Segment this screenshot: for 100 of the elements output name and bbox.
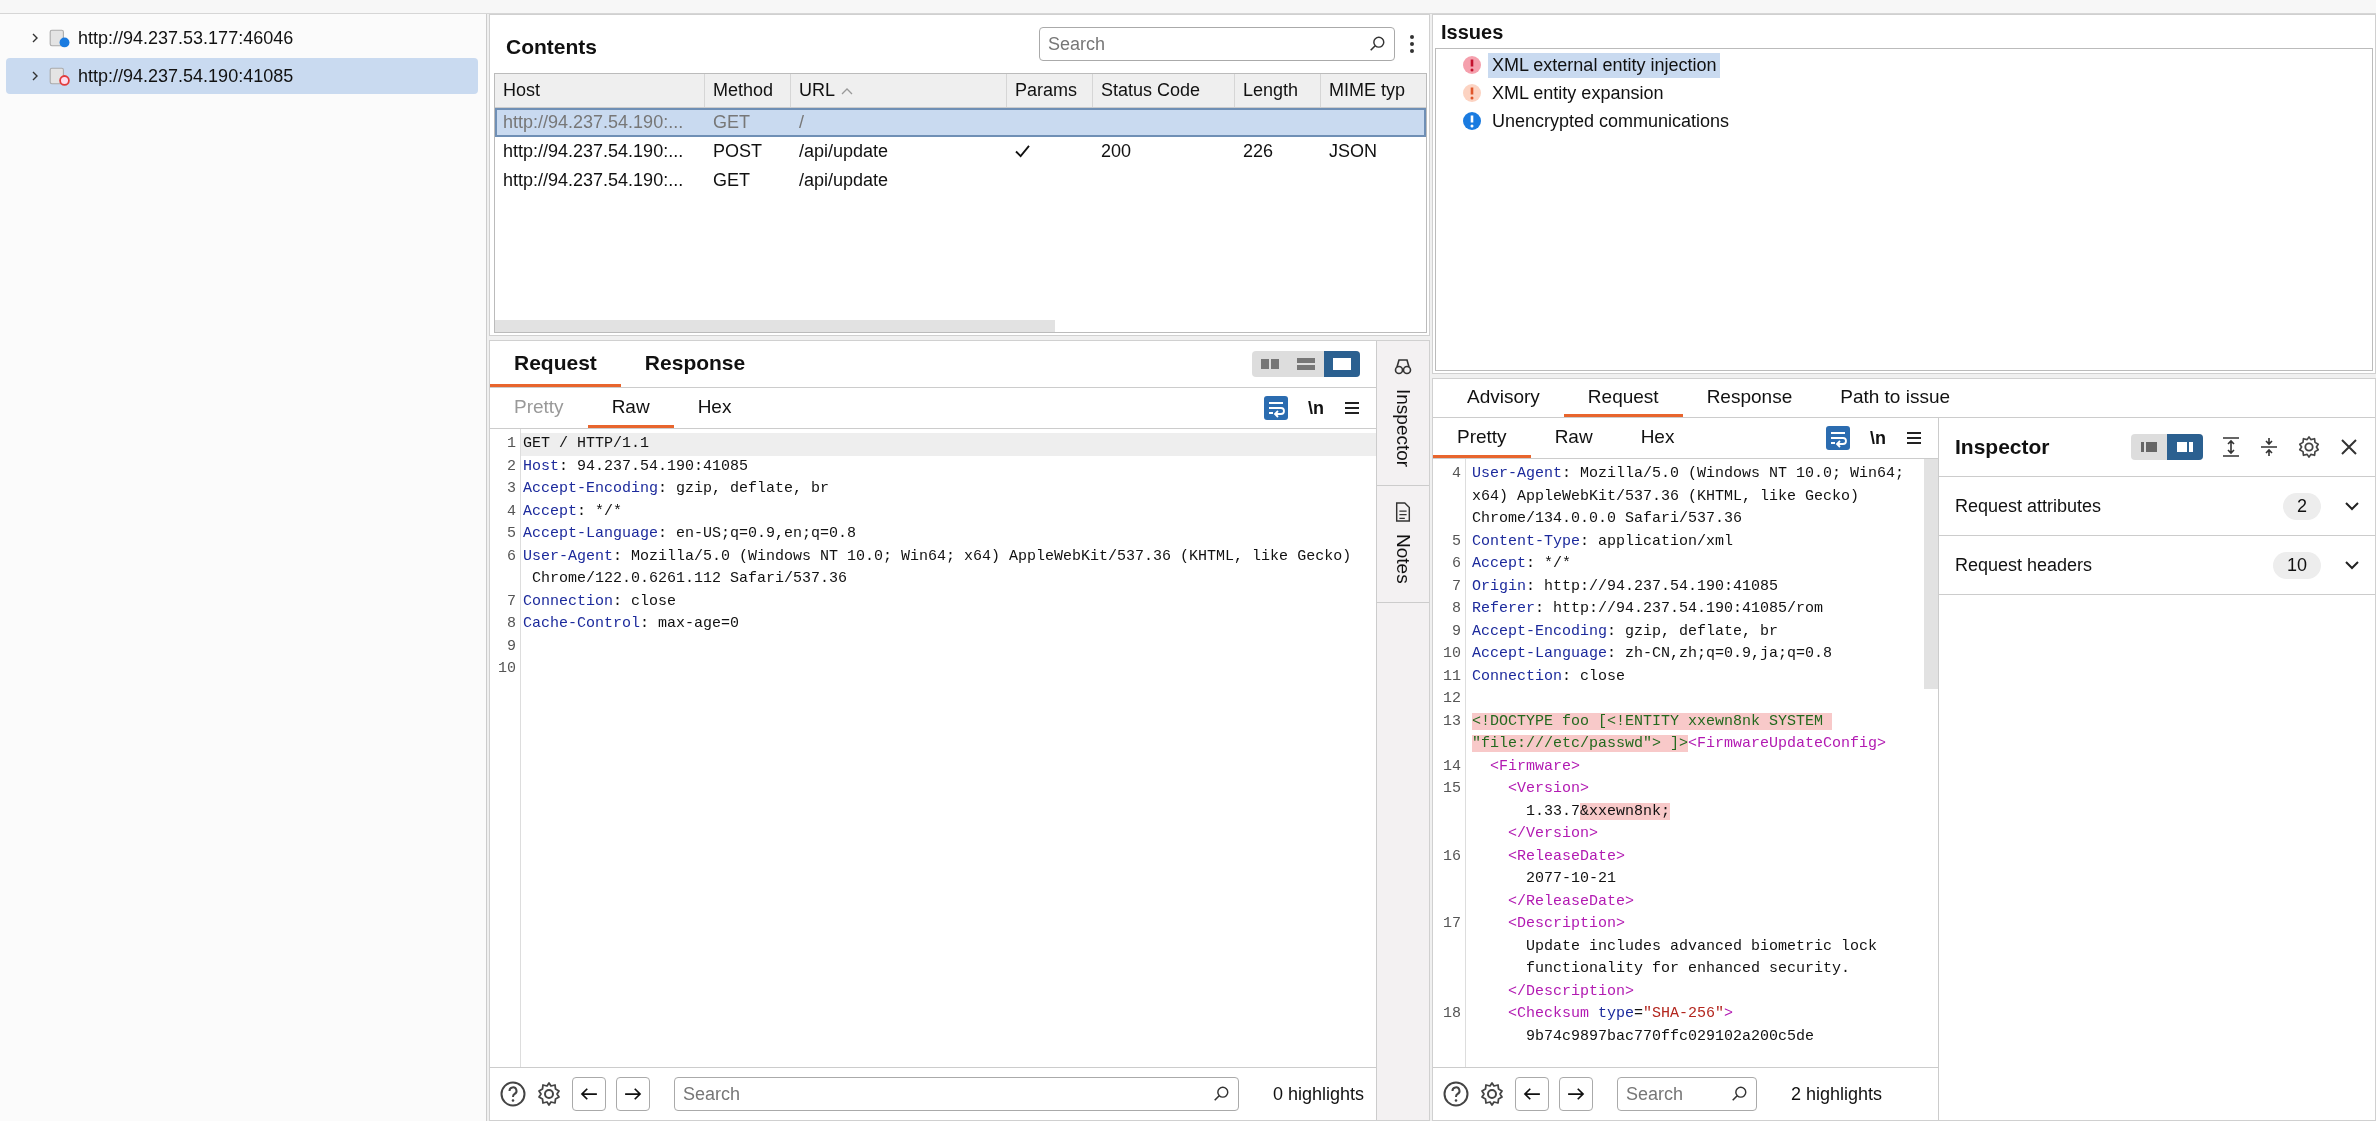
scrollbar-thumb[interactable] [495,320,1055,332]
view-tab[interactable]: Hex [673,388,756,428]
settings-icon[interactable] [2297,435,2321,459]
newline-toggle[interactable]: \n [1308,397,1324,419]
stacked-panes-icon [1296,357,1316,371]
back-button[interactable] [1515,1077,1549,1111]
side-tab[interactable]: Inspector [1377,341,1429,487]
code-line: x64) AppleWebKit/537.36 (KHTML, like Gecko) [1472,487,1860,505]
collapse-all-icon[interactable] [2259,436,2279,458]
menu-icon[interactable] [1906,431,1922,445]
table-cell-text: /api/update [798,141,890,162]
right-sidebar-icon [2175,440,2195,454]
issue-item[interactable]: XML external entity injection [1488,52,1721,78]
view-tab[interactable]: Raw [587,388,674,428]
line-number: 16 [1443,847,1461,865]
close-icon[interactable] [2339,437,2359,457]
line-number: 6 [507,547,516,565]
word-wrap-icon[interactable] [1264,396,1288,420]
newline-toggle[interactable]: \n [1870,427,1886,449]
column-header[interactable]: Status Code [1093,74,1235,107]
table-cell-text: GET [712,112,751,133]
forward-button[interactable] [616,1077,650,1111]
table-cell-text: http://94.237.54.190:... [502,141,685,162]
word-wrap-icon[interactable] [1826,426,1850,450]
left-sidebar-icon [2139,440,2159,454]
table-cell-text: GET [712,170,751,191]
detail-tab[interactable]: Response [1682,379,1817,417]
line-number: 7 [507,592,516,610]
line-number: 9 [507,637,516,655]
forward-button[interactable] [1559,1077,1593,1111]
chevron-right-icon[interactable] [30,33,40,43]
table-row[interactable]: http://94.237.54.190:... POST /api/update 200 226 JSON [495,137,1426,166]
detail-tab[interactable]: Request [1563,379,1683,417]
table-row[interactable]: http://94.237.54.190:... GET /api/update [495,166,1426,195]
chevron-right-icon[interactable] [30,71,40,81]
menu-icon[interactable] [1344,401,1360,415]
line-number: 2 [507,457,516,475]
more-options-icon[interactable] [1409,34,1415,54]
line-number: 15 [1443,780,1461,797]
column-header[interactable]: Params [1007,74,1093,107]
detail-tab[interactable]: Advisory [1443,379,1564,417]
view-tab[interactable]: Pretty [1433,418,1531,458]
code-line: Referer: http://94.237.54.190:41085/rom [1472,600,1824,617]
code-line: Chrome/134.0.0.0 Safari/537.36 [1472,510,1743,527]
line-number: 8 [507,615,516,632]
code-line: functionality for enhanced security. [1525,960,1851,977]
issue-item[interactable]: Unencrypted communications [1488,108,1734,134]
code-line: </Version> [1507,825,1599,842]
table-cell-text: http://94.237.54.190:... [502,170,685,191]
line-number: 6 [1452,555,1461,572]
issue-item[interactable]: XML entity expansion [1488,80,1668,106]
search-field[interactable]: Search [674,1077,1239,1111]
editor-tab[interactable]: Response [620,341,770,387]
layout-toggle-button[interactable] [1324,351,1360,377]
line-number: 10 [498,660,516,677]
code-line: Cache-Control: max-age=0 [523,615,740,632]
layout-toggle-button[interactable] [2167,434,2203,460]
inspector-section[interactable]: Request attributes 2 [1939,477,2375,536]
help-icon[interactable] [500,1081,526,1107]
arrow-left-icon [1523,1087,1541,1101]
back-button[interactable] [572,1077,606,1111]
arrow-right-icon [624,1087,642,1101]
expand-all-icon[interactable] [2221,436,2241,458]
settings-icon[interactable] [536,1081,562,1107]
contents-title: Contents [506,34,598,59]
code-line: Accept: */* [1472,555,1572,572]
code-line: Host: 94.237.54.190:41085 [523,457,749,475]
inspector-section[interactable]: Request headers 10 [1939,536,2375,595]
code-line: <ReleaseDate> [1507,847,1626,865]
scrollbar-thumb[interactable] [1924,459,1938,689]
view-tab[interactable]: Hex [1616,418,1699,458]
code-line: 9b74c9897bac770ffc029102a200c5de [1525,1027,1815,1045]
line-number: 8 [1452,600,1461,617]
site-tree-item[interactable]: http://94.237.54.190:41085 [6,58,478,94]
detail-tab[interactable]: Path to issue [1816,379,1975,417]
column-header[interactable]: Length [1235,74,1321,107]
column-header[interactable]: URL [791,74,1007,107]
code-line: Accept-Language: en-US;q=0.9,en;q=0.8 [523,525,857,542]
search-field[interactable]: Search [1617,1077,1757,1111]
column-header[interactable]: MIME typ [1321,74,1417,107]
code-line: 2077-10-21 [1525,870,1617,887]
table-cell-text: / [798,112,805,133]
view-tab[interactable]: Raw [1530,418,1617,458]
column-header[interactable]: Method [705,74,791,107]
line-number: 12 [1443,690,1461,707]
search-field[interactable]: Search [1039,27,1395,61]
side-tab[interactable]: Notes [1377,486,1429,603]
help-icon[interactable] [1443,1081,1469,1107]
highlights-count: 0 highlights [1272,1083,1364,1105]
highlights-count: 2 highlights [1791,1083,1883,1105]
table-cell-text: POST [712,141,763,162]
line-number: 10 [1443,645,1461,662]
column-header[interactable]: Host [495,74,705,107]
site-tree-item[interactable]: http://94.237.53.177:46046 [6,20,478,56]
issues-title: Issues [1440,20,1505,45]
search-icon [1211,1085,1230,1103]
settings-icon[interactable] [1479,1081,1505,1107]
line-number: 3 [507,480,516,497]
editor-tab[interactable]: Request [490,341,621,387]
table-cell-text: http://94.237.54.190:... [502,112,685,133]
